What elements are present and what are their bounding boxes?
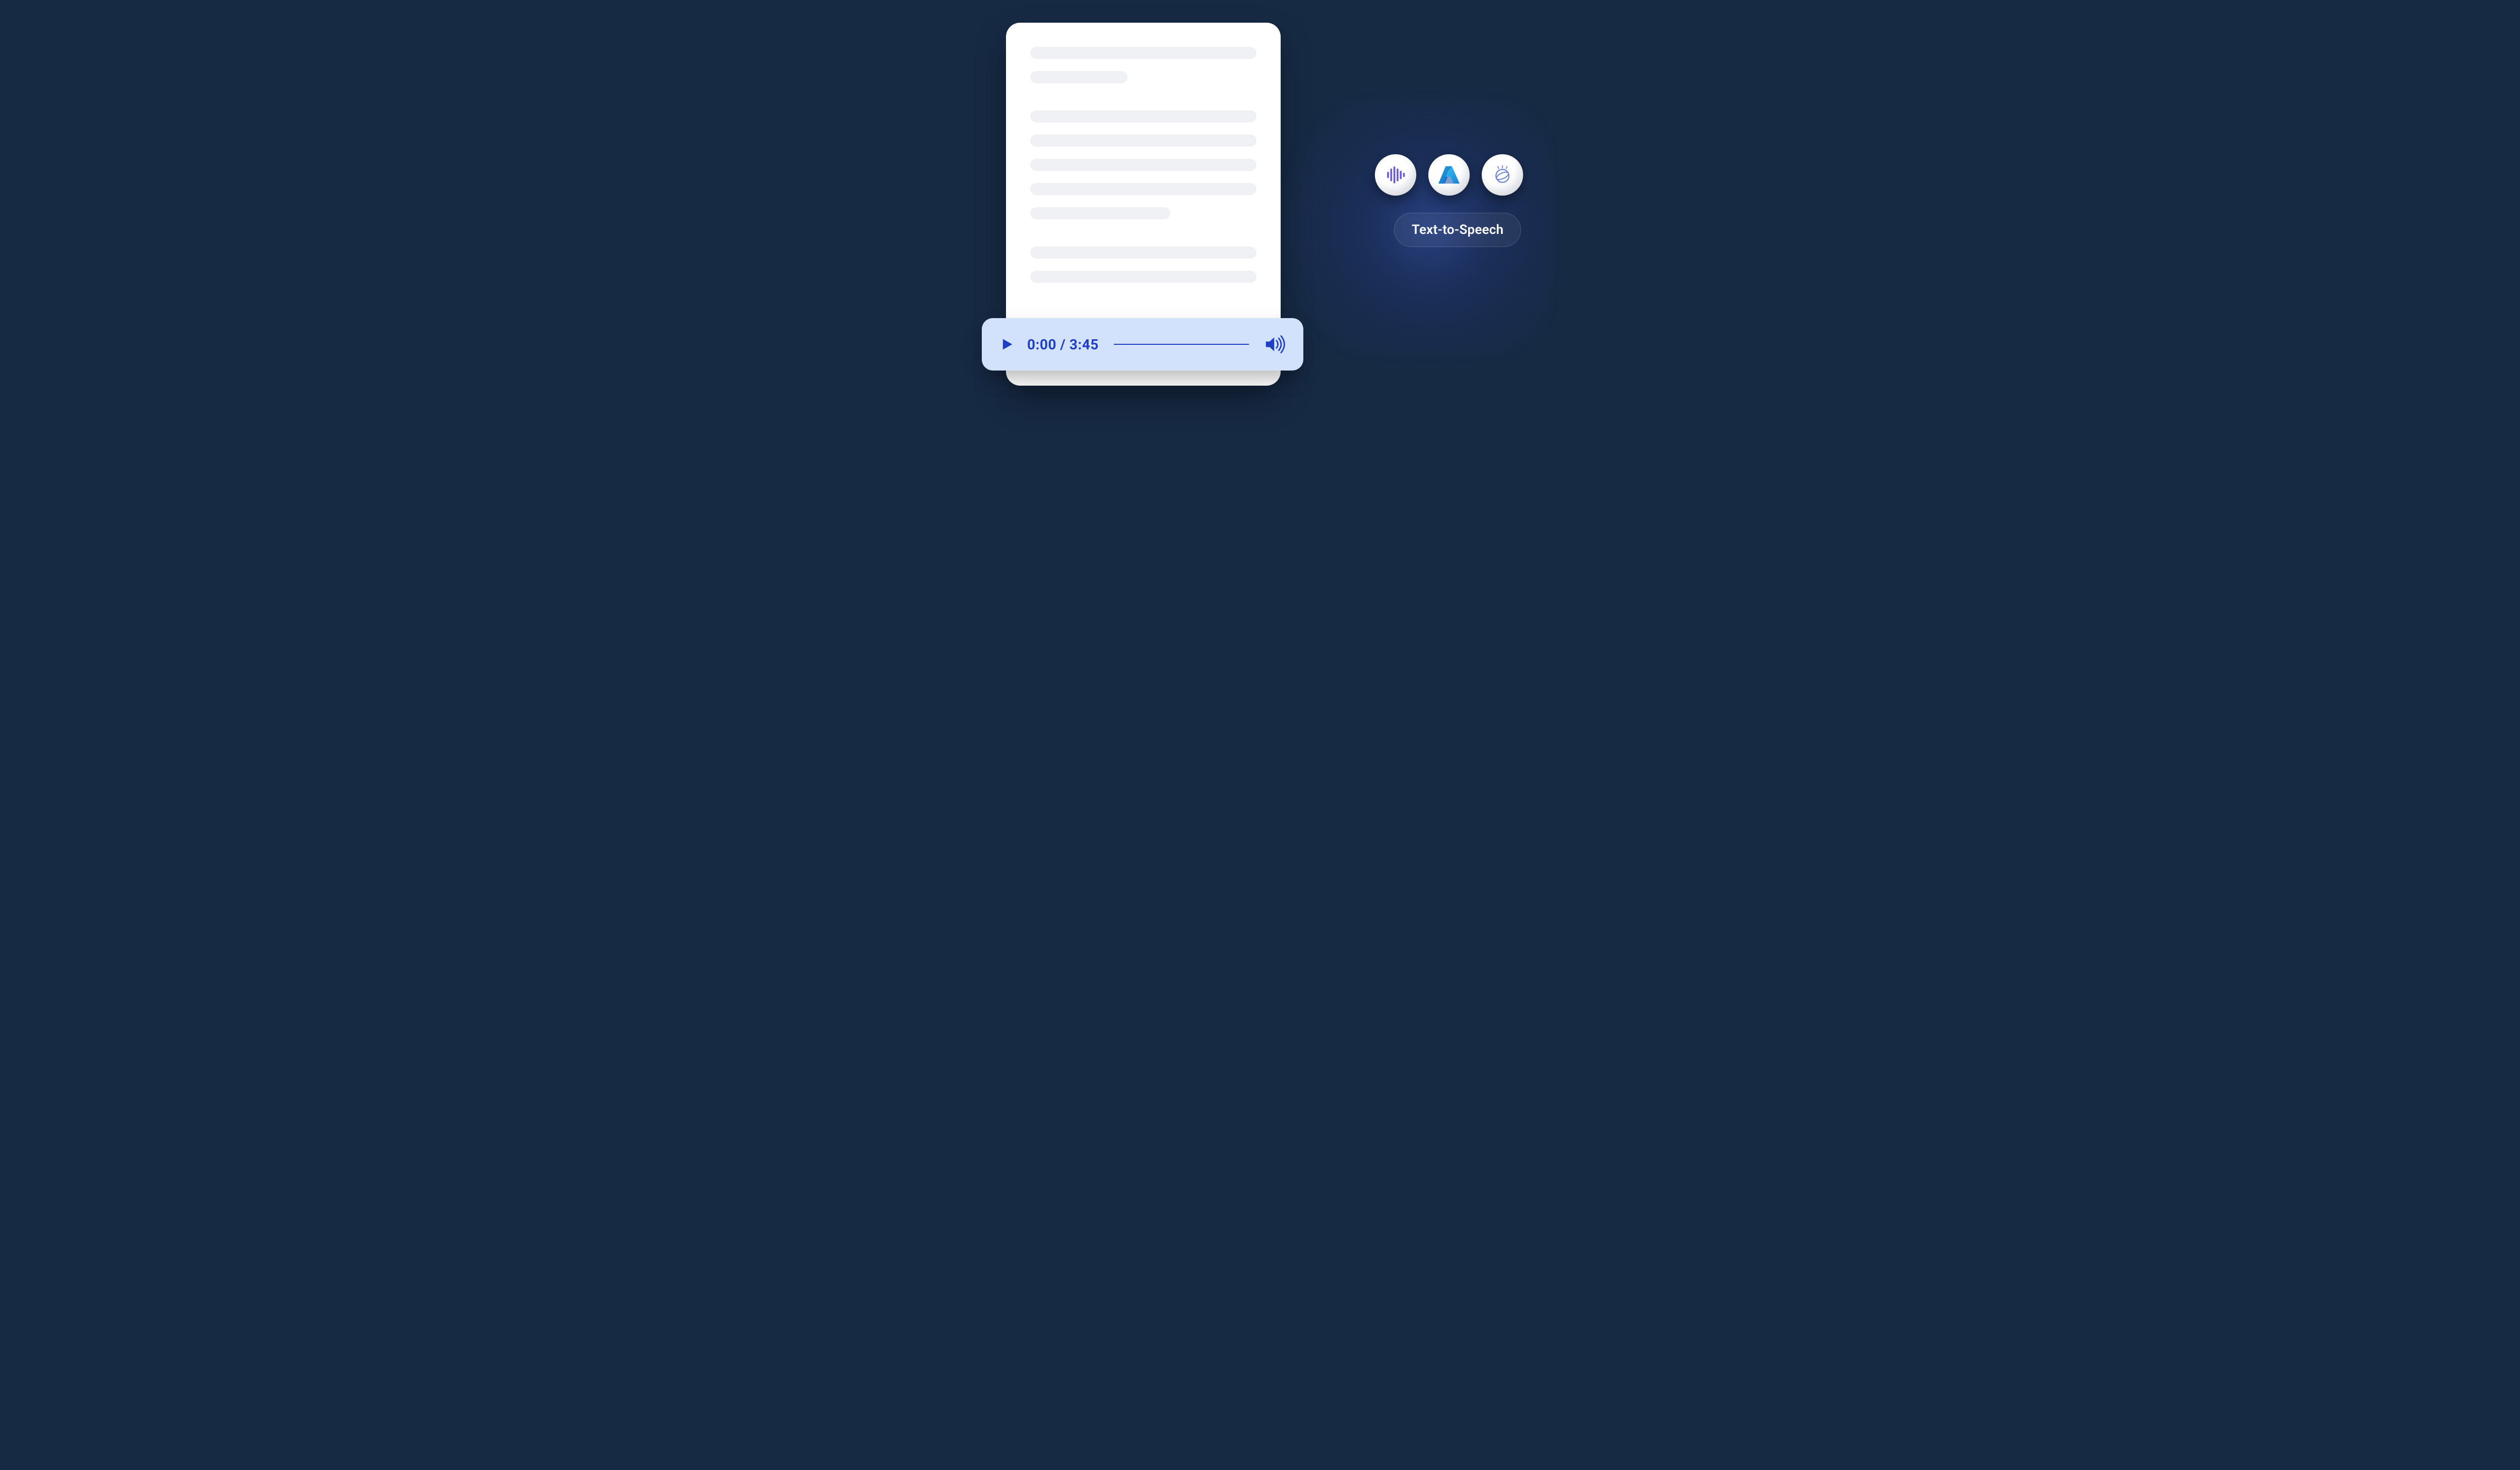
audio-player: 0:00 / 3:45 xyxy=(982,318,1303,371)
doc-text-line xyxy=(1030,247,1256,259)
doc-text-line xyxy=(1030,71,1127,83)
time-separator: / xyxy=(1056,336,1069,353)
waveform-icon xyxy=(1385,164,1406,186)
doc-text-line xyxy=(1030,183,1256,195)
service-waveform xyxy=(1375,154,1416,196)
progress-track[interactable] xyxy=(1114,344,1249,345)
doc-text-line xyxy=(1030,135,1256,147)
volume-icon xyxy=(1264,334,1286,354)
volume-button[interactable] xyxy=(1264,334,1286,354)
doc-text-line xyxy=(1030,159,1256,171)
current-time: 0:00 xyxy=(1027,336,1056,353)
time-display: 0:00 / 3:45 xyxy=(1027,336,1099,353)
document-area: 0:00 / 3:45 xyxy=(1006,23,1281,386)
azure-icon xyxy=(1437,163,1461,187)
doc-text-line xyxy=(1030,207,1170,219)
tts-badge: Text-to-Speech xyxy=(1394,213,1521,247)
service-azure xyxy=(1428,154,1470,196)
doc-text-line xyxy=(1030,110,1256,122)
doc-text-line xyxy=(1030,271,1256,283)
watson-icon xyxy=(1491,164,1514,186)
service-icons-row xyxy=(1375,154,1523,196)
play-icon xyxy=(1000,337,1014,351)
tts-badge-label: Text-to-Speech xyxy=(1412,222,1503,237)
doc-text-line xyxy=(1030,47,1256,59)
service-watson xyxy=(1482,154,1523,196)
play-button[interactable] xyxy=(999,336,1015,352)
total-time: 3:45 xyxy=(1069,336,1099,353)
